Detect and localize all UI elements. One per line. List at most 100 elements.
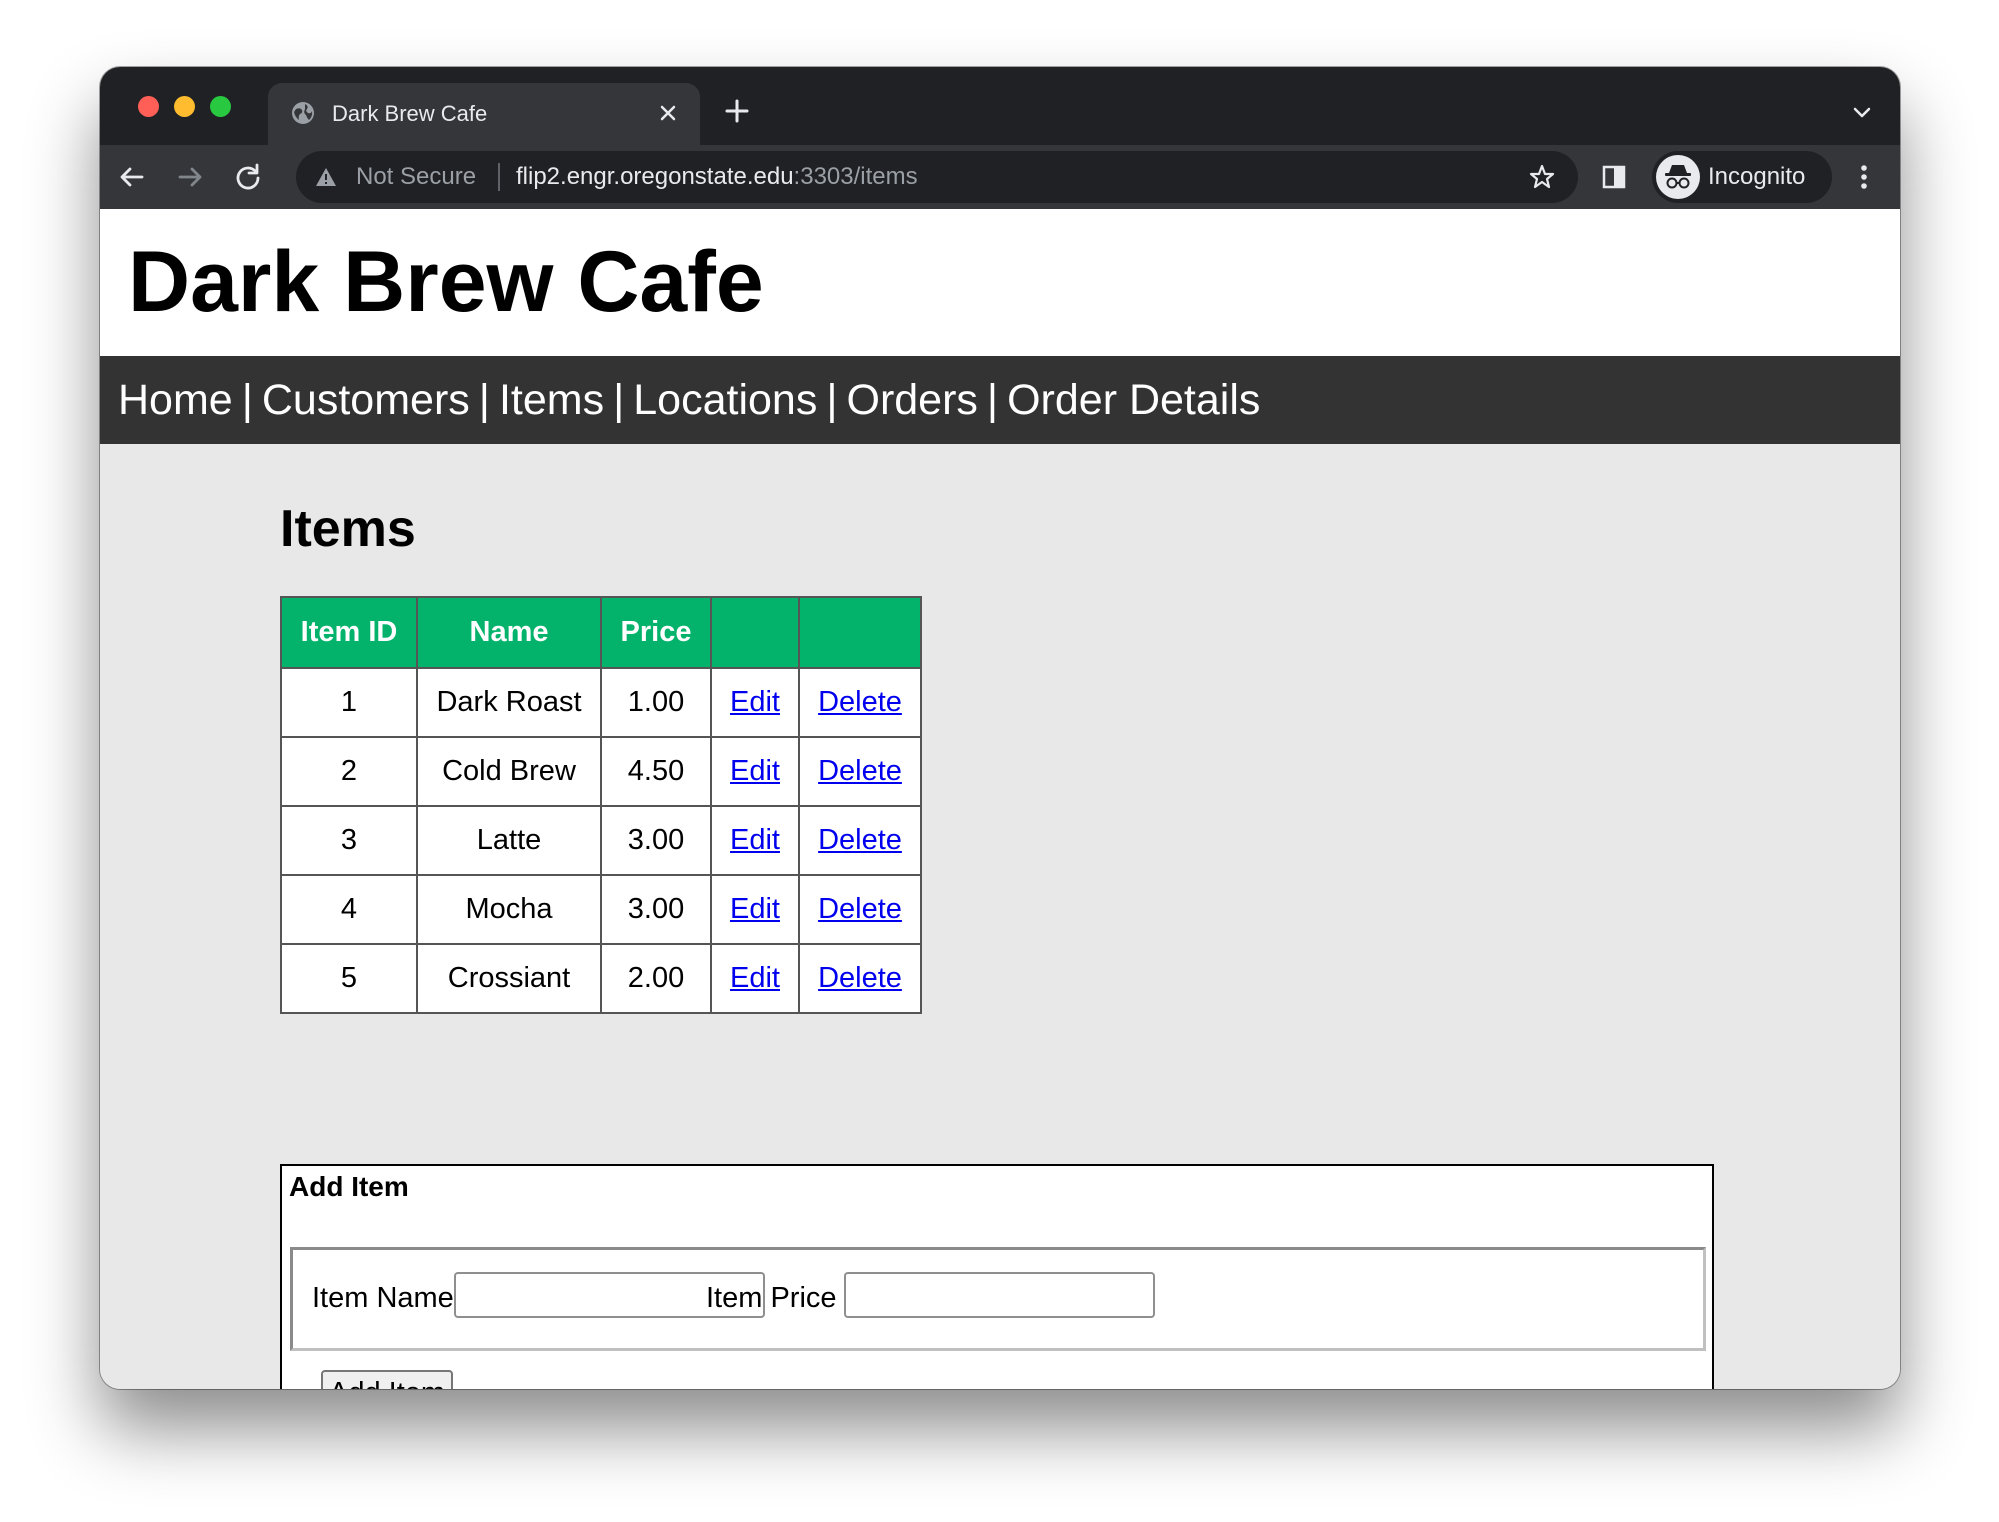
table-row: 5 Crossiant 2.00 Edit Delete — [280, 943, 922, 1014]
chevron-down-icon[interactable] — [1850, 101, 1874, 125]
forward-arrow-icon[interactable] — [174, 161, 206, 193]
edit-cell: Edit — [710, 736, 800, 807]
incognito-icon — [1656, 155, 1700, 199]
item-name-cell: Cold Brew — [416, 736, 602, 807]
delete-link[interactable]: Delete — [818, 962, 902, 994]
table-row: 1 Dark Roast 1.00 Edit Delete — [280, 667, 922, 738]
nav-link-home[interactable]: Home — [118, 376, 233, 424]
nav-link-orders[interactable]: Orders — [847, 376, 978, 424]
delete-link[interactable]: Delete — [818, 824, 902, 856]
item-price-input[interactable] — [844, 1272, 1155, 1318]
nav-separator: | — [826, 376, 838, 424]
incognito-label: Incognito — [1708, 163, 1806, 190]
browser-toolbar: Not Secure flip2.engr.oregonstate.edu:33… — [100, 145, 1900, 209]
edit-link[interactable]: Edit — [730, 686, 780, 718]
kebab-menu-icon[interactable] — [1858, 161, 1870, 193]
items-table: Item ID Name Price 1 Dark Roast 1.00 Edi… — [280, 596, 922, 1014]
nav-separator: | — [986, 376, 999, 424]
nav-link-order-details[interactable]: Order Details — [1007, 376, 1260, 424]
edit-cell: Edit — [710, 805, 800, 876]
browser-tab-active[interactable]: Dark Brew Cafe — [268, 83, 700, 145]
item-price-label: Item Price — [706, 1282, 837, 1314]
nav-link-locations[interactable]: Locations — [633, 376, 817, 424]
item-id-cell: 1 — [280, 667, 418, 738]
item-name-cell: Dark Roast — [416, 667, 602, 738]
url-text[interactable]: flip2.engr.oregonstate.edu:3303/items — [516, 163, 918, 191]
edit-cell: Edit — [710, 874, 800, 945]
edit-cell: Edit — [710, 943, 800, 1014]
maximize-window-button[interactable] — [210, 96, 231, 117]
nav-separator: | — [613, 376, 625, 424]
add-item-form: Add Item Item Name Item Price Add Item — [280, 1164, 1714, 1389]
item-price-cell: 4.50 — [600, 736, 712, 807]
add-item-button[interactable]: Add Item — [321, 1370, 454, 1389]
nav-links: Home | Customers | Items | Locations | Orders | Or… — [118, 376, 1260, 424]
nav-separator: | — [478, 376, 490, 424]
item-price-cell: 1.00 — [600, 667, 712, 738]
url-host: flip2.engr.oregonstate.edu — [516, 163, 794, 190]
address-bar[interactable]: Not Secure flip2.engr.oregonstate.edu:33… — [296, 151, 1578, 203]
nav-separator: | — [241, 376, 253, 424]
back-arrow-icon[interactable] — [116, 161, 148, 193]
item-name-cell: Mocha — [416, 874, 602, 945]
edit-link[interactable]: Edit — [730, 824, 780, 856]
nav-link-items[interactable]: Items — [499, 376, 604, 424]
table-row: 2 Cold Brew 4.50 Edit Delete — [280, 736, 922, 807]
browser-titlebar: Dark Brew Cafe — [100, 67, 1900, 145]
table-row: 4 Mocha 3.00 Edit Delete — [280, 874, 922, 945]
url-path: :3303/items — [793, 163, 918, 190]
browser-window: Dark Brew Cafe Not Secure flip2.engr.ore… — [100, 67, 1900, 1389]
minimize-window-button[interactable] — [174, 96, 195, 117]
globe-icon — [292, 102, 314, 124]
column-header-price: Price — [600, 596, 712, 669]
page-viewport: Dark Brew Cafe Home | Customers | Items | Loca… — [100, 209, 1900, 1389]
item-name-label: Item Name — [312, 1282, 454, 1314]
site-title: Dark Brew Cafe — [128, 234, 764, 330]
delete-cell: Delete — [798, 805, 922, 876]
item-id-cell: 2 — [280, 736, 418, 807]
table-row: 3 Latte 3.00 Edit Delete — [280, 805, 922, 876]
page-heading: Items — [280, 500, 416, 558]
delete-link[interactable]: Delete — [818, 686, 902, 718]
item-price-cell: 3.00 — [600, 874, 712, 945]
tab-close-button[interactable] — [654, 99, 682, 127]
column-header-delete — [798, 596, 922, 669]
url-divider — [498, 163, 500, 191]
edit-link[interactable]: Edit — [730, 755, 780, 787]
item-name-cell: Crossiant — [416, 943, 602, 1014]
security-status[interactable]: Not Secure — [356, 163, 476, 191]
nav-link-customers[interactable]: Customers — [262, 376, 470, 424]
close-window-button[interactable] — [138, 96, 159, 117]
edit-link[interactable]: Edit — [730, 962, 780, 994]
delete-cell: Delete — [798, 943, 922, 1014]
item-price-cell: 2.00 — [600, 943, 712, 1014]
item-name-cell: Latte — [416, 805, 602, 876]
reload-icon[interactable] — [232, 161, 264, 193]
incognito-profile-button[interactable]: Incognito — [1652, 151, 1832, 203]
delete-cell: Delete — [798, 667, 922, 738]
site-navbar: Home | Customers | Items | Locations | Orders | Or… — [100, 356, 1900, 444]
delete-cell: Delete — [798, 874, 922, 945]
delete-cell: Delete — [798, 736, 922, 807]
tab-title: Dark Brew Cafe — [332, 101, 488, 126]
item-id-cell: 3 — [280, 805, 418, 876]
item-id-cell: 4 — [280, 874, 418, 945]
edit-cell: Edit — [710, 667, 800, 738]
site-header: Dark Brew Cafe — [100, 209, 1900, 356]
edit-link[interactable]: Edit — [730, 893, 780, 925]
warning-icon[interactable] — [314, 166, 338, 188]
column-header-edit — [710, 596, 800, 669]
new-tab-button[interactable] — [721, 95, 753, 127]
close-icon — [660, 105, 676, 121]
add-item-fieldset: Item Name Item Price — [290, 1247, 1706, 1351]
side-panel-icon[interactable] — [1600, 163, 1628, 191]
add-item-title: Add Item — [289, 1171, 409, 1202]
item-price-cell: 3.00 — [600, 805, 712, 876]
item-id-cell: 5 — [280, 943, 418, 1014]
table-header-row: Item ID Name Price — [280, 596, 922, 669]
column-header-item-id: Item ID — [280, 596, 418, 669]
delete-link[interactable]: Delete — [818, 755, 902, 787]
star-icon[interactable] — [1528, 163, 1556, 191]
delete-link[interactable]: Delete — [818, 893, 902, 925]
column-header-name: Name — [416, 596, 602, 669]
